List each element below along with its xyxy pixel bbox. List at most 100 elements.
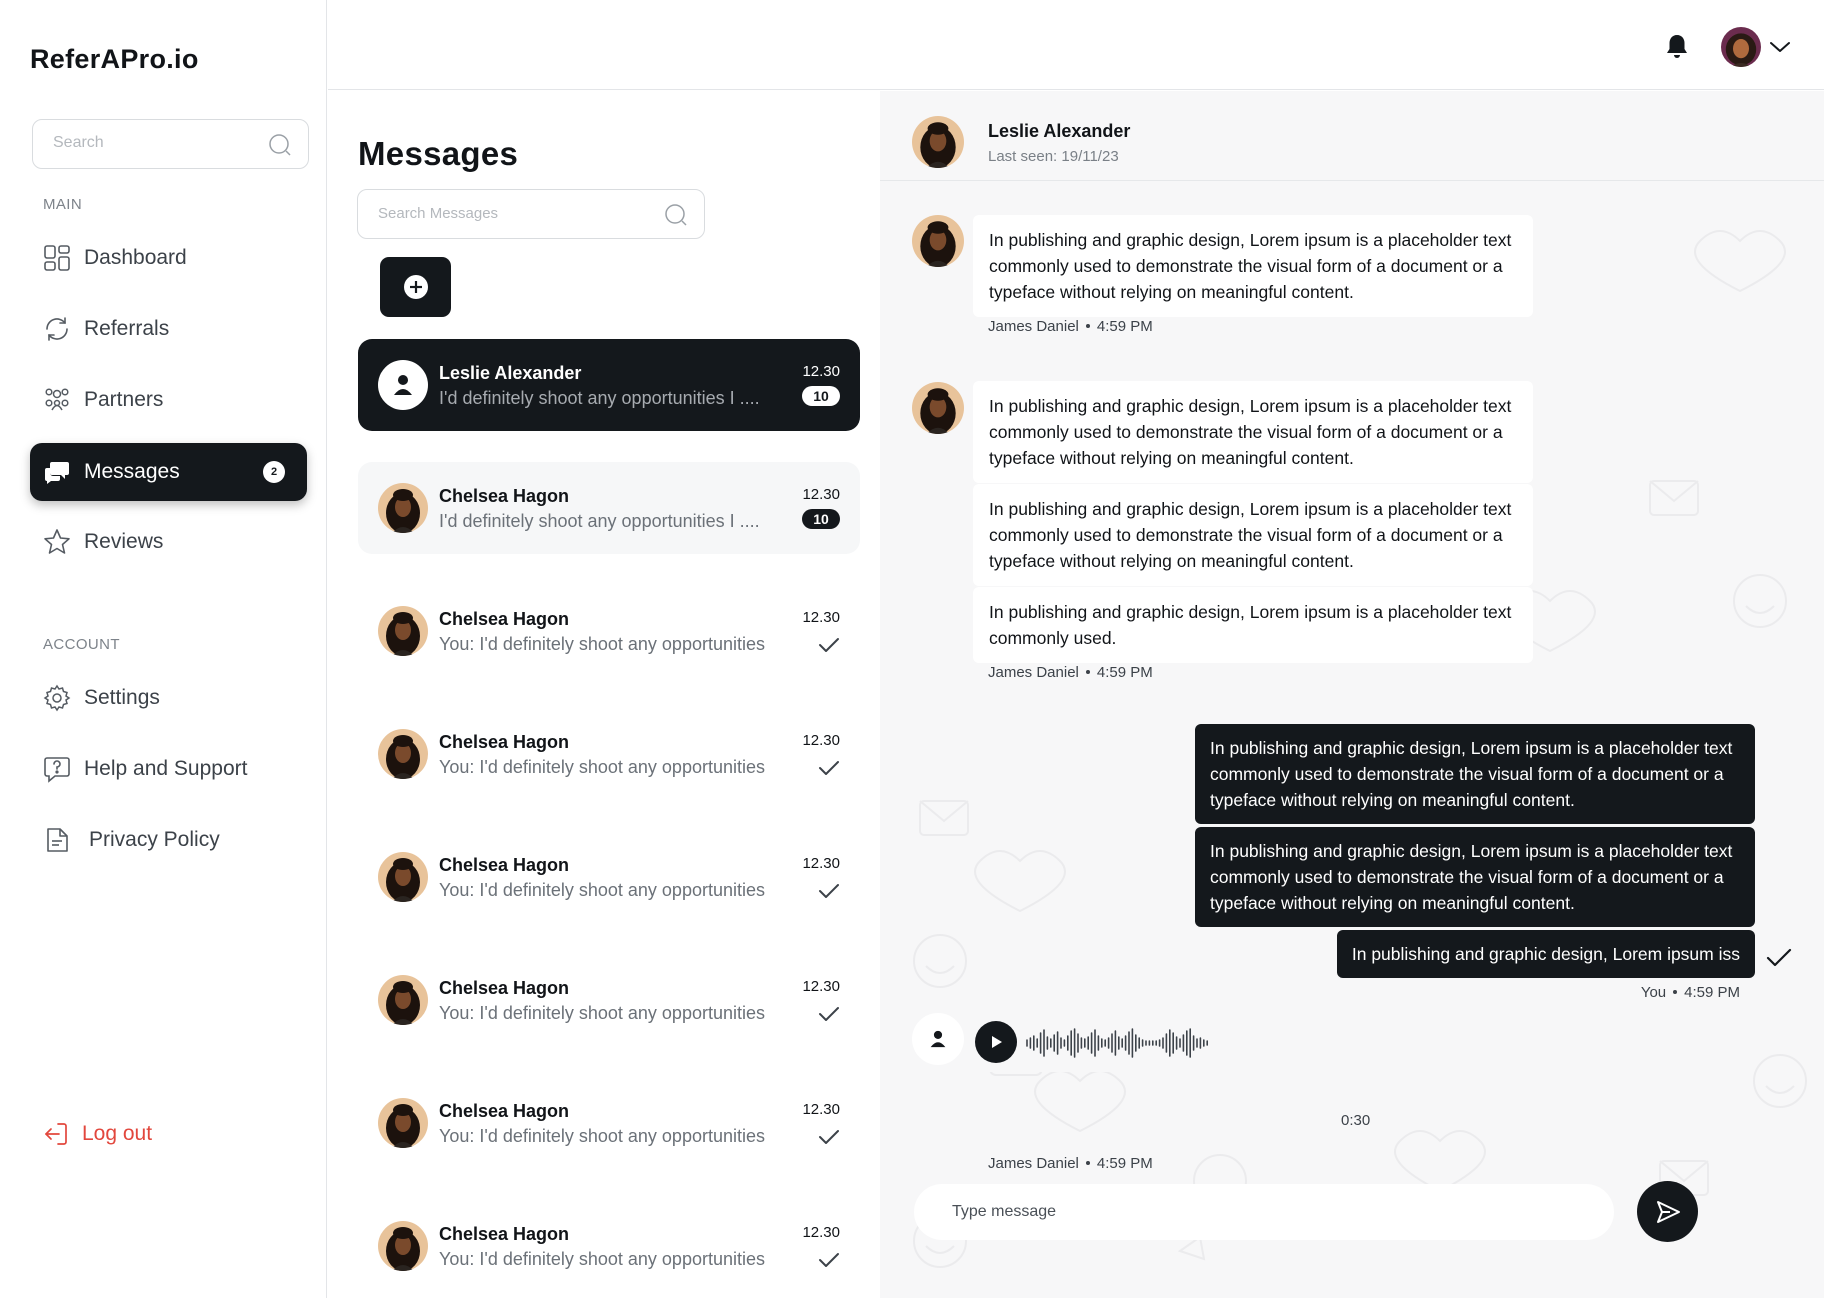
chat-header: Leslie Alexander Last seen: 19/11/23 (880, 91, 1824, 181)
conversation-time: 12.30 (802, 1101, 840, 1118)
contact-name: Leslie Alexander (988, 121, 1131, 141)
sidebar-item-dashboard[interactable]: Dashboard (30, 229, 307, 287)
message-meta: James Daniel 4:59 PM (988, 664, 1153, 681)
message-time: 4:59 PM (1096, 318, 1153, 335)
conversation-preview: You: I'd definitely shoot any opportunit… (439, 634, 765, 654)
sidebar-item-privacy[interactable]: Privacy Policy (30, 811, 307, 869)
read-check-icon (819, 1130, 839, 1144)
outgoing-message-bubble: In publishing and graphic design, Lorem … (1336, 930, 1755, 978)
star-icon (42, 527, 72, 557)
conversation-item[interactable]: Chelsea Hagon You: I'd definitely shoot … (358, 1200, 860, 1292)
read-check-icon (1766, 948, 1792, 967)
messages-search-input[interactable] (378, 205, 638, 222)
app-logo: ReferAPro.io (30, 44, 199, 74)
sidebar-item-messages[interactable]: Messages 2 (30, 443, 307, 501)
logout-button[interactable]: Log out (42, 1120, 152, 1148)
outgoing-message-bubble: In publishing and graphic design, Lorem … (1195, 724, 1755, 824)
conversation-preview: You: I'd definitely shoot any opportunit… (439, 1249, 765, 1269)
conversation-name: Chelsea Hagon (439, 609, 570, 629)
conversation-preview: You: I'd definitely shoot any opportunit… (439, 880, 765, 900)
conversation-name: Chelsea Hagon (439, 855, 570, 875)
avatar-placeholder (378, 360, 428, 410)
sender-name: You (1640, 984, 1667, 1001)
read-check-icon (819, 1253, 839, 1267)
conversation-time: 12.30 (802, 486, 840, 503)
voice-duration: 0:30 (1341, 1112, 1371, 1129)
sidebar-item-label: Help and Support (84, 757, 248, 780)
new-message-button[interactable] (380, 257, 451, 317)
conversation-item[interactable]: Chelsea Hagon You: I'd definitely shoot … (358, 585, 860, 677)
read-check-icon (819, 638, 839, 652)
sidebar-item-label: Referrals (84, 317, 170, 340)
conversation-name: Chelsea Hagon (439, 732, 570, 752)
message-time: 4:59 PM (1096, 1155, 1153, 1172)
search-icon[interactable] (664, 203, 688, 227)
conversation-name: Leslie Alexander (439, 363, 582, 383)
help-icon (42, 754, 72, 784)
person-icon (930, 1030, 946, 1048)
waveform[interactable] (1025, 1027, 1213, 1059)
sidebar-item-settings[interactable]: Settings (30, 669, 307, 727)
conversation-item[interactable]: Chelsea Hagon You: I'd definitely shoot … (358, 708, 860, 800)
conversation-time: 12.30 (802, 1224, 840, 1241)
read-check-icon (819, 761, 839, 775)
play-icon (992, 1036, 1002, 1048)
sidebar-search-input[interactable] (53, 134, 253, 152)
send-button[interactable] (1637, 1181, 1698, 1242)
last-seen-status: Last seen: 19/11/23 (988, 148, 1119, 165)
avatar (378, 852, 428, 902)
conversation-name: Chelsea Hagon (439, 1224, 570, 1244)
conversation-time: 12.30 (802, 609, 840, 626)
chevron-down-icon[interactable] (1769, 38, 1791, 56)
bell-icon[interactable] (1665, 33, 1689, 61)
unread-count-badge: 10 (802, 386, 840, 406)
conversation-preview: You: I'd definitely shoot any opportunit… (439, 757, 765, 777)
sidebar-search[interactable] (32, 119, 309, 169)
conversation-name: Chelsea Hagon (439, 978, 570, 998)
message-input[interactable] (914, 1184, 1614, 1240)
partners-icon (42, 385, 72, 415)
play-button[interactable] (975, 1021, 1017, 1063)
sidebar-item-reviews[interactable]: Reviews (30, 513, 307, 571)
user-avatar[interactable] (1721, 27, 1761, 67)
conversation-item[interactable]: Chelsea Hagon You: I'd definitely shoot … (358, 831, 860, 923)
messages-search[interactable] (357, 189, 705, 239)
sidebar-item-partners[interactable]: Partners (30, 371, 307, 429)
message-meta: James Daniel 4:59 PM (988, 318, 1153, 335)
sidebar-item-referrals[interactable]: Referrals (30, 300, 307, 358)
message-time: 4:59 PM (1684, 984, 1740, 1001)
sidebar-item-label: Dashboard (84, 246, 187, 269)
incoming-message-bubble: In publishing and graphic design, Lorem … (973, 587, 1533, 663)
conversation-name: Chelsea Hagon (439, 1101, 570, 1121)
sender-name: James Daniel (988, 664, 1079, 681)
send-icon (1656, 1200, 1680, 1223)
message-meta: You 4:59 PM (1641, 984, 1740, 1001)
conversation-preview: You: I'd definitely shoot any opportunit… (439, 1003, 765, 1023)
conversation-item[interactable]: Chelsea Hagon You: I'd definitely shoot … (358, 954, 860, 1046)
conversation-time: 12.30 (802, 978, 840, 995)
conversation-item[interactable]: Chelsea Hagon You: I'd definitely shoot … (358, 1077, 860, 1169)
conversation-time: 12.30 (802, 732, 840, 749)
message-composer[interactable] (914, 1184, 1614, 1240)
avatar (378, 483, 428, 533)
sidebar-item-label: Partners (84, 388, 164, 411)
unread-count-badge: 10 (802, 509, 840, 529)
sidebar-item-label: Reviews (84, 530, 164, 553)
dashboard-icon (42, 243, 72, 273)
sidebar-item-label: Settings (84, 686, 160, 709)
contact-avatar[interactable] (912, 116, 964, 168)
sender-avatar (912, 1013, 964, 1065)
search-icon[interactable] (268, 133, 292, 157)
avatar (378, 1098, 428, 1148)
message-time: 4:59 PM (1096, 664, 1153, 681)
conversation-item[interactable]: Leslie Alexander I'd definitely shoot an… (358, 339, 860, 431)
read-check-icon (819, 884, 839, 898)
sidebar: ReferAPro.io MAIN Dashboard Referrals Pa… (0, 0, 327, 1298)
section-label-account: ACCOUNT (43, 636, 120, 653)
conversation-time: 12.30 (802, 363, 840, 380)
logout-icon (45, 1123, 67, 1145)
incoming-message-bubble: In publishing and graphic design, Lorem … (973, 484, 1533, 586)
incoming-message-bubble: In publishing and graphic design, Lorem … (973, 215, 1533, 317)
sidebar-item-help[interactable]: Help and Support (30, 740, 307, 798)
conversation-item[interactable]: Chelsea Hagon I'd definitely shoot any o… (358, 462, 860, 554)
